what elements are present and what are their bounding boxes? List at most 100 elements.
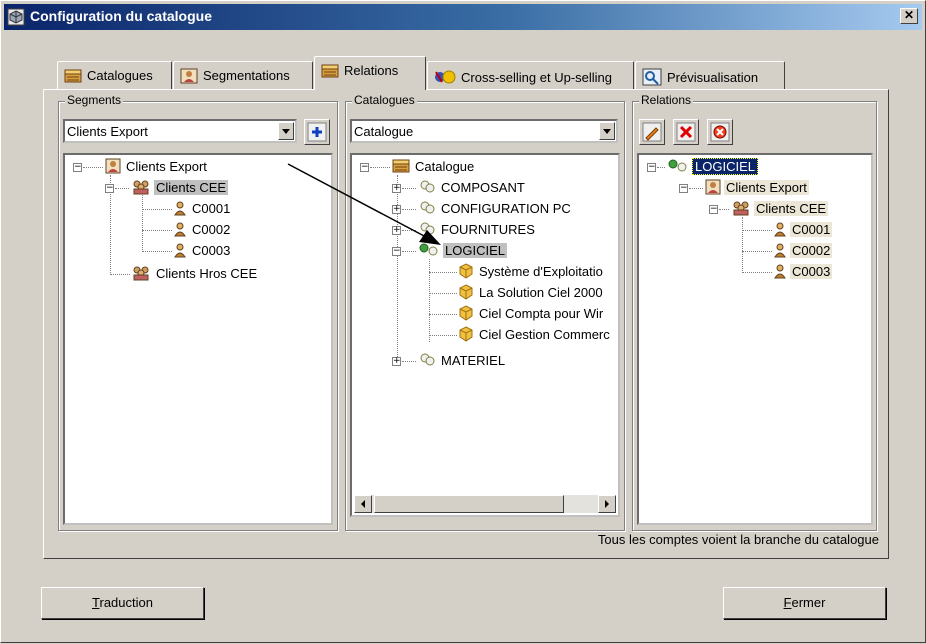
tab-label: Relations bbox=[344, 63, 399, 78]
catalogues-legend: Catalogues bbox=[352, 93, 417, 107]
tree-node-group[interactable]: Clients Hros CEE bbox=[131, 265, 259, 283]
tree-node-product[interactable]: Ciel Compta pour Wir bbox=[458, 305, 605, 323]
segment-icon bbox=[705, 179, 721, 195]
traduction-label: raduction bbox=[99, 595, 153, 610]
status-text: Tous les comptes voient la branche du ca… bbox=[597, 532, 879, 547]
relations-legend: Relations bbox=[639, 93, 694, 107]
horizontal-scrollbar[interactable] bbox=[354, 495, 616, 513]
traduction-button[interactable]: Traduction bbox=[41, 587, 204, 619]
collapse-icon[interactable]: − bbox=[392, 247, 401, 256]
expand-icon[interactable]: + bbox=[392, 205, 401, 214]
scroll-left-button[interactable] bbox=[354, 495, 372, 513]
catalogues-combo-value: Catalogue bbox=[354, 124, 414, 139]
person-icon bbox=[774, 243, 786, 258]
dialog-window: Configuration du catalogue ✕ Catalogues … bbox=[0, 0, 926, 643]
tree-node-item[interactable]: C0002 bbox=[773, 242, 833, 260]
expand-icon[interactable]: + bbox=[392, 357, 401, 366]
product-icon bbox=[459, 263, 473, 279]
fermer-button[interactable]: Fermer bbox=[723, 587, 886, 619]
chevron-down-icon[interactable] bbox=[278, 122, 294, 140]
collapse-icon[interactable]: − bbox=[360, 163, 369, 172]
scroll-thumb[interactable] bbox=[374, 495, 564, 513]
segment-icon bbox=[105, 158, 121, 174]
product-icon bbox=[459, 305, 473, 321]
cancel-circle-icon bbox=[710, 122, 730, 142]
tab-segmentations[interactable]: Segmentations bbox=[173, 61, 313, 89]
tab-catalogues[interactable]: Catalogues bbox=[57, 61, 172, 89]
tree-node-segment[interactable]: Clients Export bbox=[705, 179, 809, 197]
person-icon bbox=[774, 222, 786, 237]
relations-tree[interactable]: − LOGICIEL − Clients Export − Clients CE… bbox=[637, 153, 873, 525]
person-icon bbox=[174, 222, 186, 237]
tree-node-category[interactable]: CONFIGURATION PC bbox=[418, 200, 573, 218]
users-icon bbox=[420, 222, 435, 235]
catalog-icon bbox=[392, 159, 410, 173]
group-icon bbox=[133, 180, 149, 195]
tab-previsualisation[interactable]: Prévisualisation bbox=[635, 61, 785, 89]
tree-node-root[interactable]: Catalogue bbox=[392, 158, 476, 176]
add-segment-button[interactable] bbox=[304, 119, 330, 145]
tab-cross-selling[interactable]: Cross-selling et Up-selling bbox=[427, 61, 634, 89]
close-icon: ✕ bbox=[903, 8, 915, 22]
segments-combo[interactable]: Clients Export bbox=[63, 119, 297, 143]
person-icon bbox=[774, 264, 786, 279]
catalogues-tree[interactable]: − Catalogue + COMPOSANT + CONFIGURATION … bbox=[350, 153, 620, 517]
tree-node-category[interactable]: COMPOSANT bbox=[418, 179, 527, 197]
delete-relation-button[interactable] bbox=[673, 119, 699, 145]
arrow-left-icon bbox=[361, 500, 365, 508]
tree-node-product[interactable]: Système d'Exploitatio bbox=[458, 263, 605, 281]
edit-relation-button[interactable] bbox=[639, 119, 665, 145]
product-icon bbox=[459, 284, 473, 300]
delete-icon bbox=[676, 122, 696, 142]
collapse-icon[interactable]: − bbox=[73, 163, 82, 172]
close-button[interactable]: ✕ bbox=[900, 8, 918, 24]
tree-node-root[interactable]: Clients Export bbox=[105, 158, 209, 176]
tree-node-item[interactable]: C0001 bbox=[173, 200, 232, 218]
scroll-right-button[interactable] bbox=[598, 495, 616, 513]
preview-icon bbox=[642, 68, 662, 86]
tree-node-item[interactable]: C0002 bbox=[173, 221, 232, 239]
tree-node-item[interactable]: C0003 bbox=[773, 263, 833, 281]
segments-combo-value: Clients Export bbox=[67, 124, 148, 139]
chevron-down-icon[interactable] bbox=[599, 122, 615, 140]
collapse-icon[interactable]: − bbox=[647, 163, 656, 172]
tab-label: Segmentations bbox=[203, 68, 290, 83]
title-bar[interactable]: Configuration du catalogue ✕ bbox=[4, 4, 922, 30]
group-icon bbox=[733, 201, 749, 216]
tree-node-item[interactable]: C0003 bbox=[173, 242, 232, 260]
collapse-icon[interactable]: − bbox=[679, 184, 688, 193]
tree-node-item[interactable]: C0001 bbox=[773, 221, 833, 239]
segments-tree[interactable]: − Clients Export − Clients CEE C0001 C00… bbox=[63, 153, 333, 525]
catalog-icon bbox=[321, 64, 339, 78]
tab-relations[interactable]: Relations bbox=[314, 56, 426, 90]
tree-node-product[interactable]: Ciel Gestion Commerc bbox=[458, 326, 612, 344]
remove-all-button[interactable] bbox=[707, 119, 733, 145]
expand-icon[interactable]: + bbox=[392, 226, 401, 235]
users-icon bbox=[420, 201, 435, 214]
tree-node-category[interactable]: LOGICIEL bbox=[418, 242, 507, 260]
tree-node-group[interactable]: Clients CEE bbox=[731, 200, 829, 218]
product-icon bbox=[459, 326, 473, 342]
tree-node-product[interactable]: La Solution Ciel 2000 bbox=[458, 284, 605, 302]
pencil-icon bbox=[642, 122, 662, 142]
expand-icon[interactable]: + bbox=[392, 184, 401, 193]
collapse-icon[interactable]: − bbox=[105, 184, 114, 193]
group-icon bbox=[133, 266, 149, 281]
fermer-label: ermer bbox=[791, 595, 826, 610]
person-icon bbox=[174, 201, 186, 216]
users-linked-icon bbox=[419, 243, 438, 256]
tree-node-root[interactable]: LOGICIEL bbox=[667, 158, 758, 176]
cross-sell-icon bbox=[435, 70, 456, 84]
users-icon bbox=[420, 180, 435, 193]
collapse-icon[interactable]: − bbox=[709, 205, 718, 214]
tree-node-category[interactable]: FOURNITURES bbox=[418, 221, 537, 239]
segment-icon bbox=[180, 68, 198, 84]
person-icon bbox=[174, 243, 186, 258]
plus-icon bbox=[307, 122, 327, 142]
catalog-icon bbox=[64, 69, 82, 83]
tree-node-category[interactable]: MATERIEL bbox=[418, 352, 507, 370]
catalogues-combo[interactable]: Catalogue bbox=[350, 119, 618, 143]
tab-label: Catalogues bbox=[87, 68, 153, 83]
tree-node-group[interactable]: Clients CEE bbox=[131, 179, 229, 197]
tab-label: Cross-selling et Up-selling bbox=[461, 70, 612, 85]
